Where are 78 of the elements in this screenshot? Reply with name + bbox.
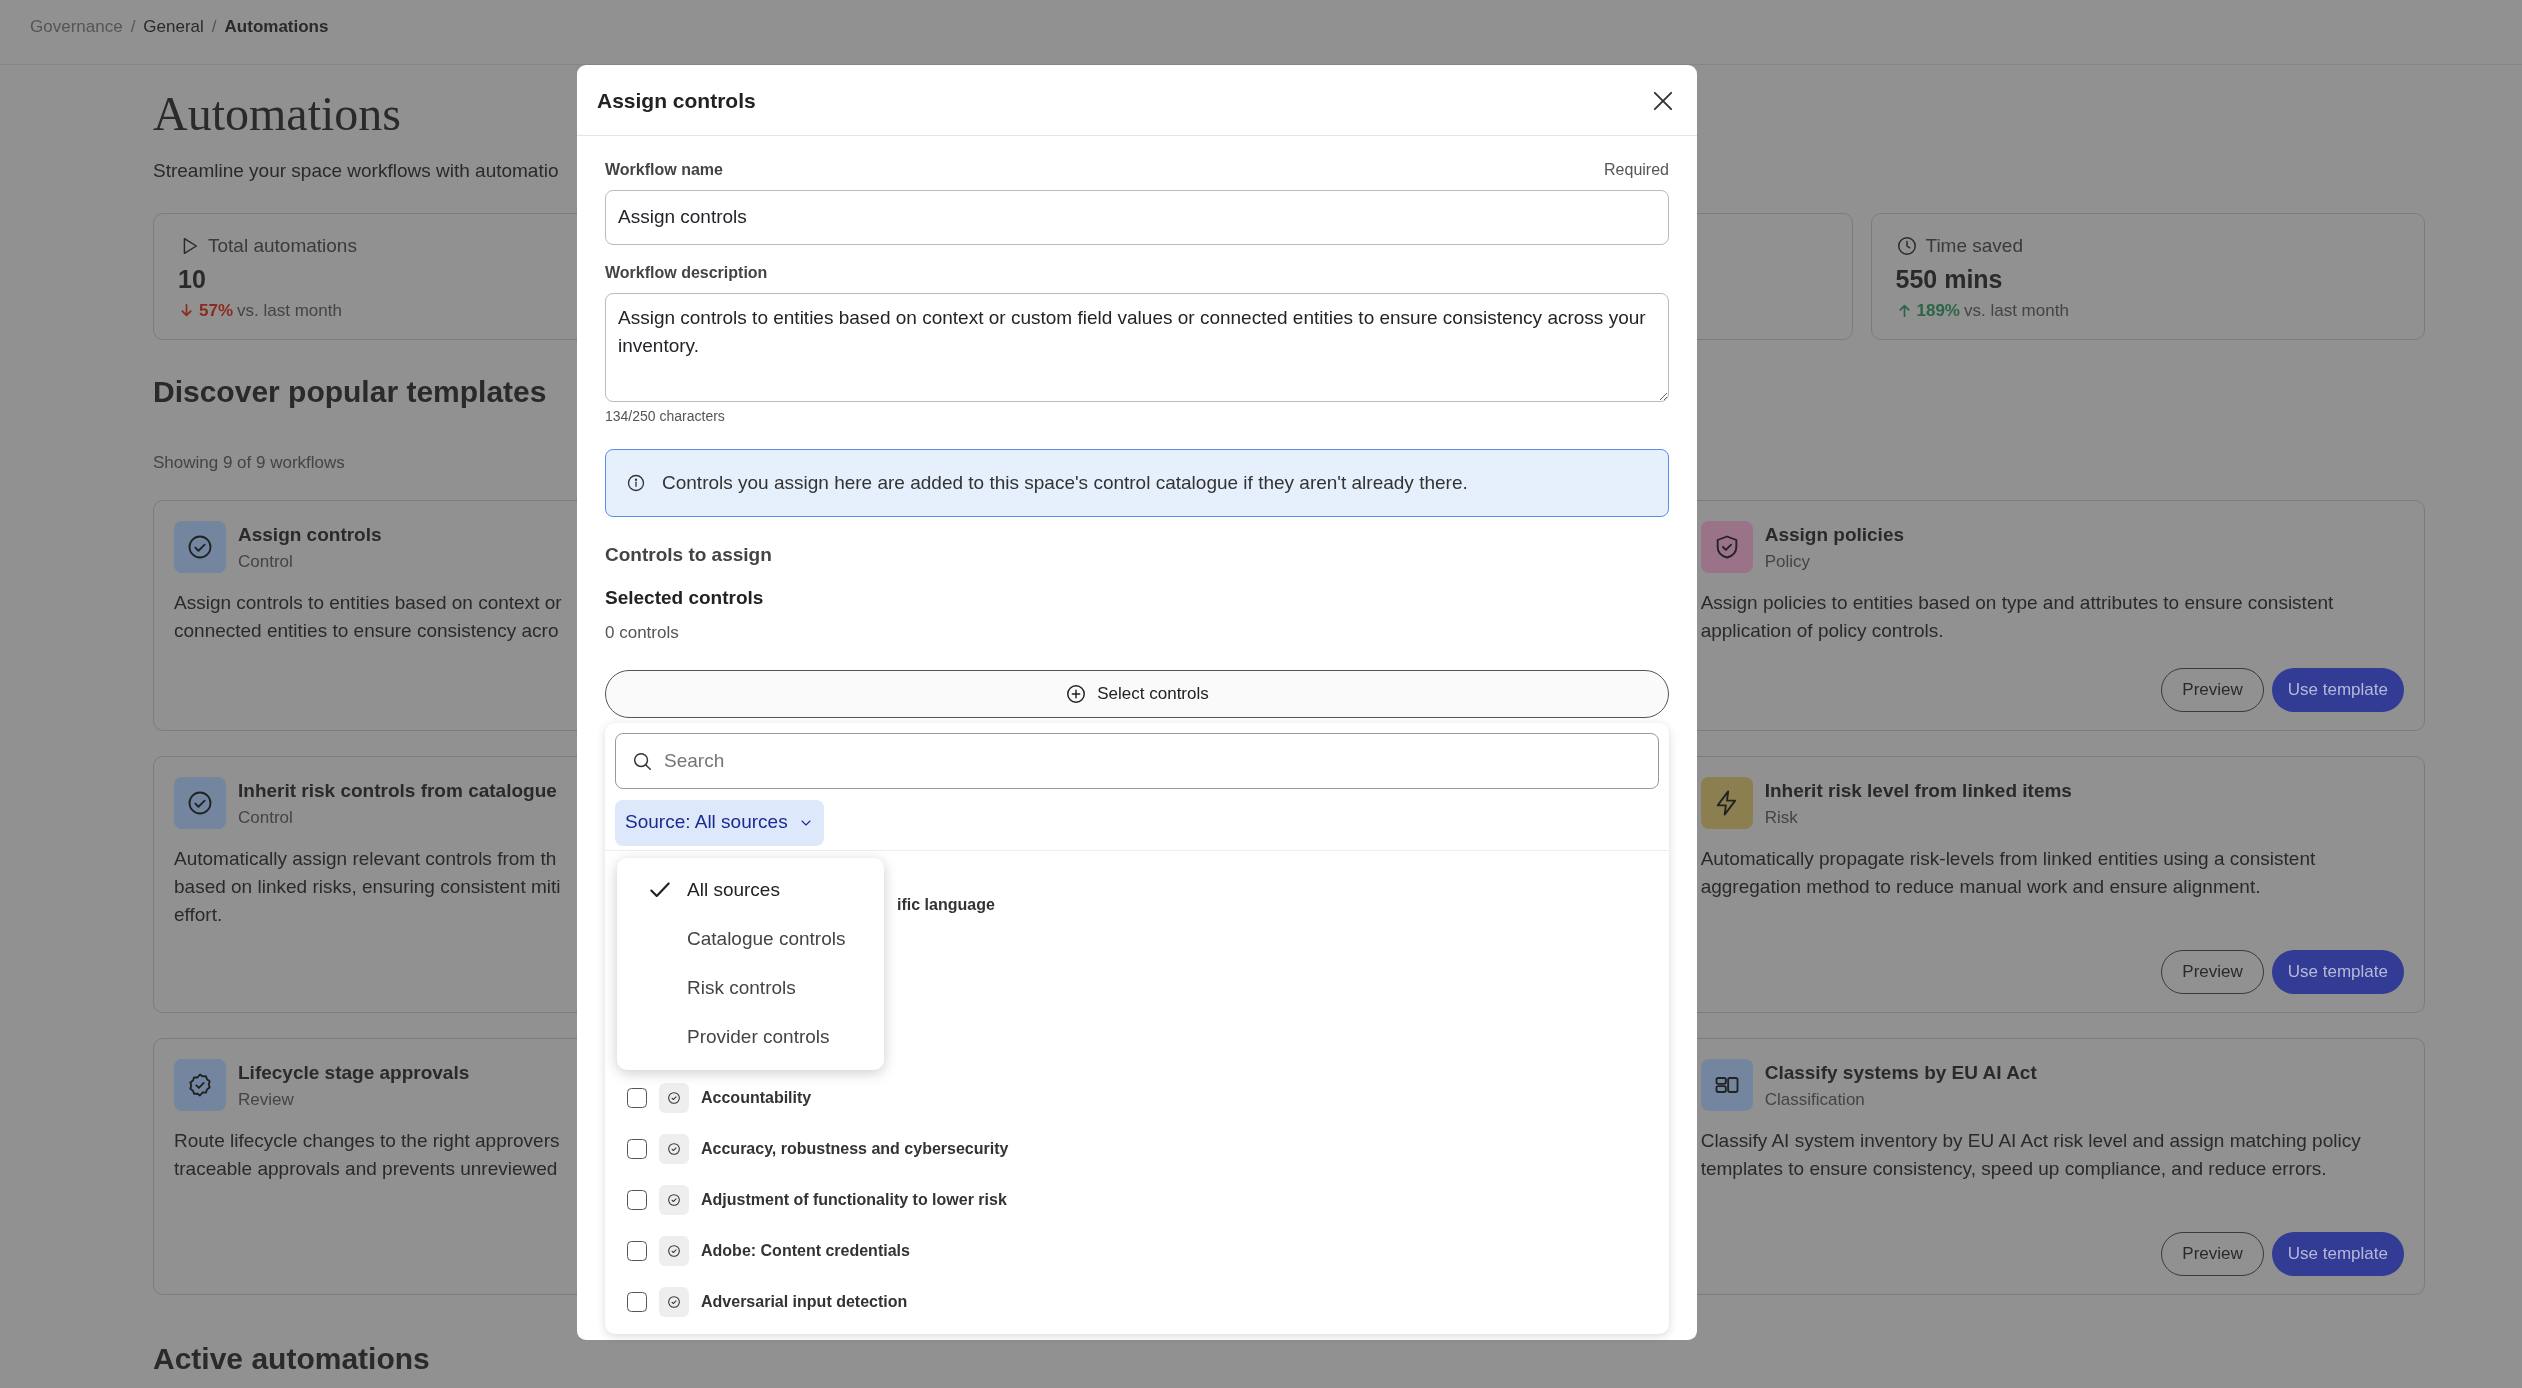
template-description: Automatically propagate risk-levels from linked entities using a consistent aggregation method to reduce manual work and ensure alignment.: [1700, 847, 2316, 897]
template-title: Assign policies: [1764, 522, 1905, 547]
section-heading: Active automations: [153, 1340, 431, 1377]
name-input[interactable]: Assign controls: [605, 189, 1669, 245]
check-circle-icon: [666, 1243, 682, 1259]
subsection-title: Selected controls: [605, 585, 765, 610]
checkbox[interactable]: [627, 1088, 647, 1108]
template-description: traceable approvals and prevents unreviewed: [174, 1156, 558, 1181]
template-category: Control: [238, 807, 294, 830]
template-description: Automatically assign relevant controls from th: [174, 846, 557, 871]
character-counter: 134/250 characters: [605, 406, 726, 426]
menu-option[interactable]: Catalogue controls: [617, 914, 884, 964]
stat-value: 10: [178, 263, 206, 295]
field-label: Workflow description: [605, 262, 769, 283]
breadcrumb-separator: /: [130, 16, 136, 38]
clock-icon: [1895, 235, 1918, 258]
trend-percentage: 57%: [199, 300, 234, 323]
use-template-button[interactable]: Use template: [2271, 950, 2404, 994]
page-title: Automations: [153, 86, 401, 142]
template-title: Lifecycle stage approvals: [238, 1060, 470, 1085]
template-description: Route lifecycle changes to the right approvers: [174, 1128, 560, 1153]
use-template-button[interactable]: Use template: [2271, 668, 2404, 712]
check-circle-icon: [666, 1192, 682, 1208]
trend-comparison: vs. last month: [1964, 300, 2069, 323]
template-description: Classify AI system inventory by EU AI Act risk level and assign matching policy templates to ensure consistency, speed up compliance, and reduce errors.: [1700, 1129, 2361, 1179]
selected-count: 0 controls: [605, 622, 680, 644]
use-template-button[interactable]: Use template: [2271, 1232, 2404, 1276]
template-title: Inherit risk controls from catalogue: [238, 778, 557, 803]
template-category: Policy: [1764, 551, 1811, 574]
template-title: Assign controls: [238, 522, 382, 547]
dialog-title: Assign controls: [597, 88, 756, 114]
check-circle-icon: [666, 1294, 682, 1310]
field-label: Workflow name: [605, 159, 723, 180]
control-name: Adjustment of functionality to lower risk: [701, 1190, 1007, 1210]
checkbox[interactable]: [627, 1241, 647, 1261]
info-text: Controls you assign here are added to this space's control catalogue if they aren't already there.: [662, 470, 1468, 495]
info-icon: [626, 472, 646, 493]
breadcrumb-link[interactable]: General: [143, 14, 204, 50]
check-circle-icon: [666, 1141, 682, 1157]
check-circle-icon: [666, 1090, 682, 1106]
control-name: Adobe: Content credentials: [701, 1241, 910, 1261]
template-description: Assign controls to entities based on context or: [174, 590, 562, 615]
menu-option[interactable]: All sources: [617, 865, 884, 915]
template-category: Classification: [1764, 1089, 1866, 1112]
breadcrumb-separator: /: [211, 16, 217, 38]
source-filter-button[interactable]: Source: All sources: [615, 799, 824, 846]
trend-comparison: vs. last month: [237, 300, 342, 323]
template-description: connected entities to ensure consistency acro: [174, 618, 559, 643]
template-description: based on linked risks, ensuring consistent miti: [174, 874, 561, 899]
select-controls-button[interactable]: Select controls: [605, 669, 1669, 718]
section-label: Controls to assign: [605, 543, 773, 567]
stat-label: Time saved: [1925, 234, 2023, 259]
search-field[interactable]: Search: [615, 732, 1659, 789]
required-hint: Required: [1604, 159, 1669, 180]
stat-label: Total automations: [208, 234, 357, 259]
template-description: Assign policies to entities based on type and attributes to ensure consistent application of policy controls.: [1700, 591, 2334, 641]
menu-option[interactable]: Risk controls: [617, 963, 884, 1013]
template-category: Risk: [1764, 807, 1799, 830]
page-subtitle: Streamline your space workflows with automatio: [153, 158, 559, 183]
section-heading: Discover popular templates: [153, 374, 548, 411]
menu-option[interactable]: Provider controls: [617, 1012, 884, 1062]
control-name: ific language: [897, 895, 995, 915]
checkbox[interactable]: [627, 1190, 647, 1210]
control-name: Adversarial input detection: [701, 1292, 908, 1312]
checkbox[interactable]: [627, 1292, 647, 1312]
template-description: effort.: [174, 902, 223, 927]
description-textarea[interactable]: Assign controls to entities based on context or custom field values or connected entities to ensure consistency across your inventory.: [605, 292, 1669, 402]
stat-value: 550 mins: [1895, 263, 2003, 295]
control-name: Accuracy, robustness and cybersecurity: [701, 1139, 1009, 1159]
control-name: Accountability: [701, 1088, 812, 1108]
result-count: Showing 9 of 9 workflows: [153, 452, 346, 475]
template-title: Classify systems by EU AI Act: [1764, 1060, 2037, 1085]
template-category: Control: [238, 551, 294, 574]
template-category: Review: [238, 1089, 295, 1112]
checkbox[interactable]: [627, 1139, 647, 1159]
trend-percentage: 189%: [1916, 300, 1960, 323]
plus-circle-icon: [1065, 682, 1088, 705]
template-title: Inherit risk level from linked items: [1764, 778, 2072, 803]
